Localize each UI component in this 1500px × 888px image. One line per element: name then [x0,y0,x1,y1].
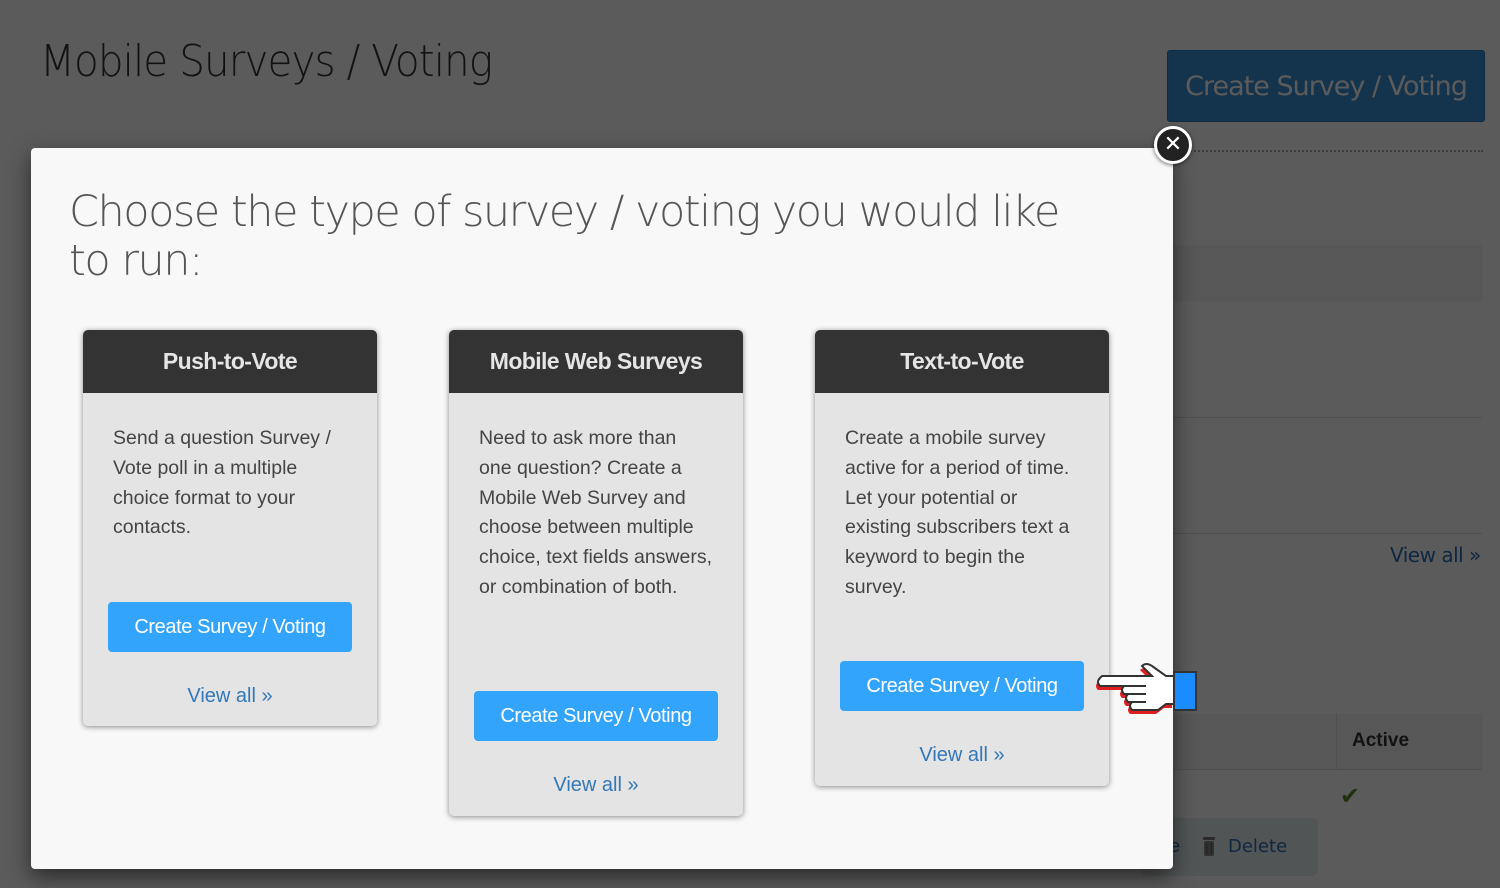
card-title: Mobile Web Surveys [449,330,743,393]
create-survey-button[interactable]: Create Survey / Voting [108,602,352,652]
card-mobile-web-surveys: Mobile Web Surveys Need to ask more than… [449,330,743,816]
modal-heading: Choose the type of survey / voting you w… [69,187,1060,286]
card-description: Create a mobile survey active for a peri… [845,427,1070,598]
card-description: Need to ask more than one question? Crea… [479,427,713,598]
card-title: Text-to-Vote [815,330,1109,393]
create-survey-button[interactable]: Create Survey / Voting [840,661,1084,711]
card-text-to-vote: Text-to-Vote Create a mobile survey acti… [815,330,1109,786]
create-survey-button[interactable]: Create Survey / Voting [474,691,718,741]
pointing-hand-icon [1096,663,1197,714]
view-all-link[interactable]: View all » [815,744,1109,767]
card-title: Push-to-Vote [83,330,377,393]
view-all-link[interactable]: View all » [449,774,743,797]
view-all-link[interactable]: View all » [83,685,377,708]
card-description: Send a question Survey / Vote poll in a … [113,427,331,539]
survey-type-modal: Choose the type of survey / voting you w… [31,148,1173,869]
card-push-to-vote: Push-to-Vote Send a question Survey / Vo… [83,330,377,726]
close-icon[interactable]: ✕ [1154,126,1192,164]
